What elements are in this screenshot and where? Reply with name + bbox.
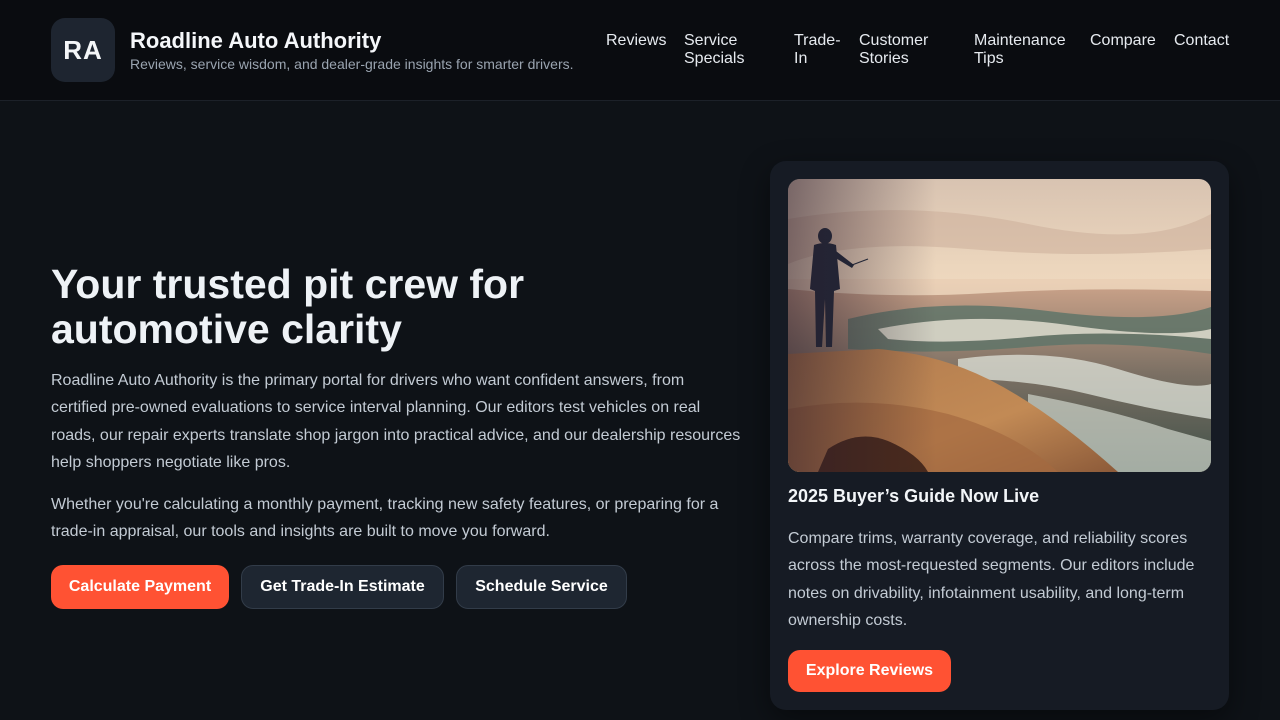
schedule-service-button[interactable]: Schedule Service: [456, 565, 627, 609]
nav-trade-in[interactable]: Trade- In: [794, 32, 841, 68]
card-description: Compare trims, warranty coverage, and re…: [788, 530, 1195, 630]
card-title: 2025 Buyer’s Guide Now Live: [788, 486, 1040, 506]
trade-in-estimate-button[interactable]: Get Trade-In Estimate: [241, 565, 444, 609]
site-header: RA Roadline Auto Authority Reviews, serv…: [0, 0, 1280, 101]
hero-secondary-paragraph: Whether you're calculating a monthly pay…: [51, 496, 719, 541]
nav-service-specials[interactable]: Service Specials: [684, 32, 744, 68]
coastal-fisherman-photo: [788, 179, 1211, 472]
explore-reviews-button[interactable]: Explore Reviews: [788, 650, 951, 692]
nav-compare[interactable]: Compare: [1090, 32, 1156, 50]
nav-maintenance-tips[interactable]: Maintenance Tips: [974, 32, 1066, 68]
hero-title: Your trusted pit crew for automotive cla…: [51, 261, 525, 352]
calculate-payment-button[interactable]: Calculate Payment: [51, 565, 229, 609]
brand-logo[interactable]: RA: [51, 18, 115, 82]
brand-title[interactable]: Roadline Auto Authority: [130, 28, 381, 54]
brand-tagline: Reviews, service wisdom, and dealer-grad…: [130, 56, 574, 72]
nav-customer-stories[interactable]: Customer Stories: [859, 32, 928, 68]
buyers-guide-card: 2025 Buyer’s Guide Now Live Compare trim…: [770, 161, 1229, 710]
nav-reviews[interactable]: Reviews: [606, 32, 666, 50]
nav-contact[interactable]: Contact: [1174, 32, 1229, 50]
hero-intro-paragraph: Roadline Auto Authority is the primary p…: [51, 372, 741, 472]
